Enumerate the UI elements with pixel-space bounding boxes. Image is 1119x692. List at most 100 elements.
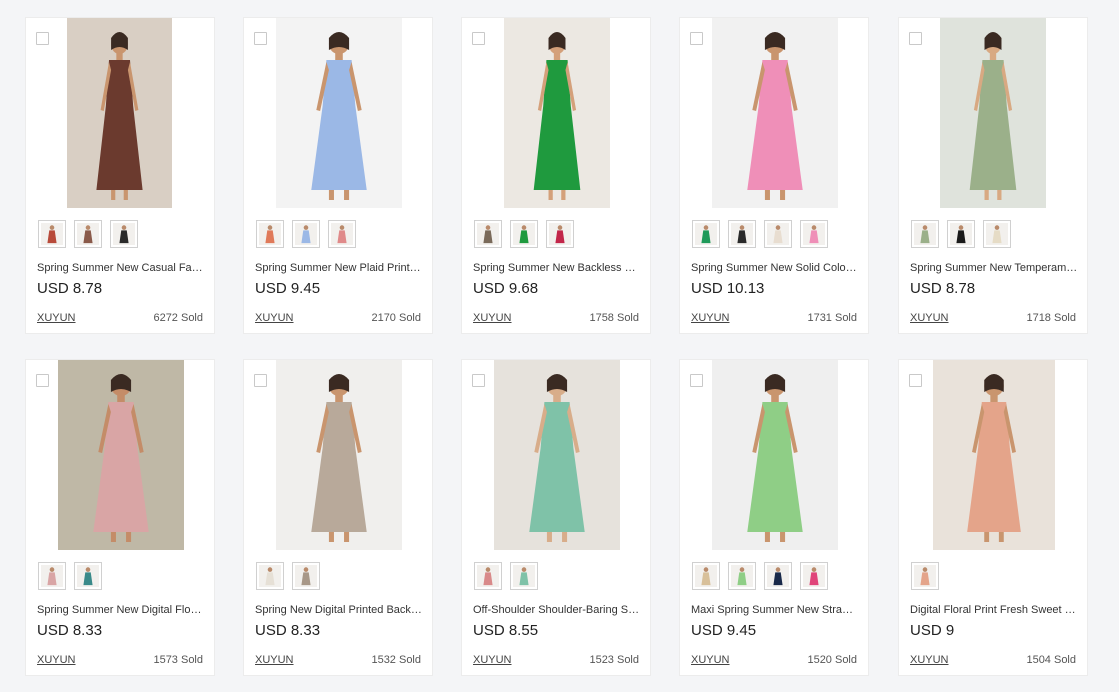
color-variants: [38, 220, 138, 248]
vendor-link[interactable]: XUYUN: [255, 312, 294, 324]
vendor-link[interactable]: XUYUN: [37, 312, 76, 324]
color-variant-thumbnail[interactable]: [911, 220, 939, 248]
vendor-link[interactable]: XUYUN: [473, 654, 512, 666]
color-variant-thumbnail[interactable]: [764, 562, 792, 590]
product-card[interactable]: Digital Floral Print Fresh Sweet Maxi Dr…: [898, 359, 1088, 676]
product-price: USD 9.45: [691, 622, 757, 639]
product-card[interactable]: Spring Summer New Backless Elegant Dress…: [461, 17, 651, 334]
product-title[interactable]: Spring Summer New Backless Elegant Dress: [473, 262, 641, 274]
product-title[interactable]: Spring Summer New Solid Color Two Piece …: [691, 262, 859, 274]
color-variant-thumbnail[interactable]: [38, 562, 66, 590]
color-variant-thumbnail[interactable]: [256, 562, 284, 590]
color-variant-thumbnail[interactable]: [110, 220, 138, 248]
color-variant-thumbnail[interactable]: [800, 220, 828, 248]
color-variants: [256, 562, 320, 590]
color-variant-thumbnail[interactable]: [764, 220, 792, 248]
color-variants: [911, 220, 1011, 248]
vendor-link[interactable]: XUYUN: [255, 654, 294, 666]
product-title[interactable]: Spring Summer New Temperament Cutout Max…: [910, 262, 1078, 274]
product-image[interactable]: [276, 360, 402, 550]
product-image[interactable]: [504, 18, 610, 208]
select-checkbox[interactable]: [36, 32, 49, 45]
vendor-link[interactable]: XUYUN: [910, 654, 949, 666]
color-variant-thumbnail[interactable]: [510, 220, 538, 248]
product-title[interactable]: Spring Summer New Casual Fashion Square …: [37, 262, 205, 274]
product-title[interactable]: Digital Floral Print Fresh Sweet Maxi Dr…: [910, 604, 1078, 616]
product-image[interactable]: [712, 360, 838, 550]
color-variant-thumbnail[interactable]: [474, 562, 502, 590]
color-variant-thumbnail[interactable]: [728, 220, 756, 248]
color-variants: [474, 562, 538, 590]
sold-count: 1523 Sold: [589, 654, 639, 666]
select-checkbox[interactable]: [472, 374, 485, 387]
product-image[interactable]: [276, 18, 402, 208]
sold-count: 1731 Sold: [807, 312, 857, 324]
color-variant-thumbnail[interactable]: [38, 220, 66, 248]
color-variant-thumbnail[interactable]: [256, 220, 284, 248]
sold-count: 1758 Sold: [589, 312, 639, 324]
product-image[interactable]: [67, 18, 172, 208]
vendor-link[interactable]: XUYUN: [473, 312, 512, 324]
sold-count: 1718 Sold: [1026, 312, 1076, 324]
select-checkbox[interactable]: [36, 374, 49, 387]
product-price: USD 8.78: [910, 280, 976, 297]
product-card[interactable]: Spring Summer New Temperament Cutout Max…: [898, 17, 1088, 334]
color-variant-thumbnail[interactable]: [292, 220, 320, 248]
product-image[interactable]: [494, 360, 620, 550]
product-image[interactable]: [933, 360, 1055, 550]
product-image[interactable]: [940, 18, 1046, 208]
product-title[interactable]: Off-Shoulder Shoulder-Baring Sleeve Dres…: [473, 604, 641, 616]
vendor-link[interactable]: XUYUN: [910, 312, 949, 324]
product-price: USD 9.68: [473, 280, 539, 297]
color-variant-thumbnail[interactable]: [692, 220, 720, 248]
select-checkbox[interactable]: [254, 32, 267, 45]
sold-count: 2170 Sold: [371, 312, 421, 324]
product-card[interactable]: Spring New Digital Printed Backless Dres…: [243, 359, 433, 676]
product-price: USD 10.13: [691, 280, 765, 297]
color-variant-thumbnail[interactable]: [728, 562, 756, 590]
product-title[interactable]: Spring New Digital Printed Backless Dres…: [255, 604, 423, 616]
select-checkbox[interactable]: [254, 374, 267, 387]
sold-count: 1573 Sold: [153, 654, 203, 666]
color-variant-thumbnail[interactable]: [510, 562, 538, 590]
product-card[interactable]: Spring Summer New Solid Color Two Piece …: [679, 17, 869, 334]
product-card[interactable]: Maxi Spring Summer New Strapless Dress US…: [679, 359, 869, 676]
sold-count: 6272 Sold: [153, 312, 203, 324]
color-variant-thumbnail[interactable]: [74, 562, 102, 590]
color-variant-thumbnail[interactable]: [800, 562, 828, 590]
product-price: USD 8.33: [37, 622, 103, 639]
product-price: USD 9.45: [255, 280, 321, 297]
product-image[interactable]: [712, 18, 838, 208]
color-variant-thumbnail[interactable]: [911, 562, 939, 590]
select-checkbox[interactable]: [909, 32, 922, 45]
product-card[interactable]: Spring Summer New Plaid Print V-Neck Dre…: [243, 17, 433, 334]
color-variant-thumbnail[interactable]: [292, 562, 320, 590]
product-card[interactable]: Spring Summer New Digital Floral Print D…: [25, 359, 215, 676]
color-variants: [474, 220, 574, 248]
vendor-link[interactable]: XUYUN: [691, 312, 730, 324]
color-variant-thumbnail[interactable]: [474, 220, 502, 248]
color-variants: [38, 562, 102, 590]
color-variant-thumbnail[interactable]: [692, 562, 720, 590]
product-image[interactable]: [58, 360, 184, 550]
select-checkbox[interactable]: [690, 32, 703, 45]
product-title[interactable]: Spring Summer New Plaid Print V-Neck Dre…: [255, 262, 423, 274]
product-card[interactable]: Spring Summer New Casual Fashion Square …: [25, 17, 215, 334]
select-checkbox[interactable]: [690, 374, 703, 387]
product-card[interactable]: Off-Shoulder Shoulder-Baring Sleeve Dres…: [461, 359, 651, 676]
color-variant-thumbnail[interactable]: [983, 220, 1011, 248]
select-checkbox[interactable]: [472, 32, 485, 45]
color-variant-thumbnail[interactable]: [947, 220, 975, 248]
color-variant-thumbnail[interactable]: [546, 220, 574, 248]
product-title[interactable]: Maxi Spring Summer New Strapless Dress: [691, 604, 859, 616]
select-checkbox[interactable]: [909, 374, 922, 387]
product-title[interactable]: Spring Summer New Digital Floral Print D…: [37, 604, 205, 616]
color-variant-thumbnail[interactable]: [328, 220, 356, 248]
sold-count: 1520 Sold: [807, 654, 857, 666]
product-price: USD 8.33: [255, 622, 321, 639]
vendor-link[interactable]: XUYUN: [37, 654, 76, 666]
color-variant-thumbnail[interactable]: [74, 220, 102, 248]
vendor-link[interactable]: XUYUN: [691, 654, 730, 666]
color-variants: [911, 562, 939, 590]
product-price: USD 8.55: [473, 622, 539, 639]
